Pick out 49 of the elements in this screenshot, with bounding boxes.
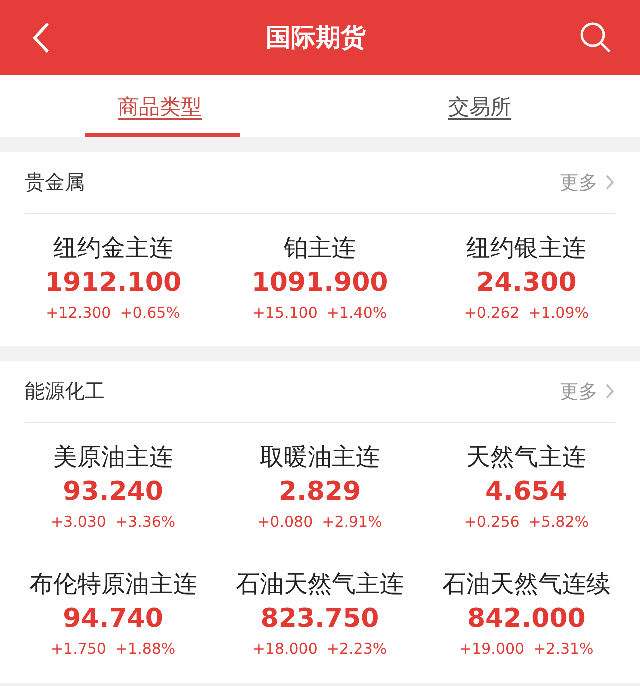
percent-change: +1.88% xyxy=(115,640,176,658)
price-change: +0.262 xyxy=(464,304,520,322)
price-change: +0.080 xyxy=(258,513,314,531)
contract-name: 铂主连 xyxy=(284,233,356,264)
more-link[interactable]: 更多 xyxy=(560,170,615,196)
price-change: +12.300 xyxy=(46,304,112,322)
contract-name: 纽约银主连 xyxy=(466,233,587,264)
back-icon xyxy=(30,20,52,54)
price-change: +1.750 xyxy=(50,640,106,658)
tab[interactable]: 交易所 xyxy=(448,93,512,121)
contract-name: 布伦特原油主连 xyxy=(29,569,198,600)
price-change: +0.256 xyxy=(464,513,520,531)
contract-name: 美原油主连 xyxy=(53,442,174,473)
price: 823.750 xyxy=(260,604,380,634)
back-button[interactable] xyxy=(30,20,52,54)
price: 1091.900 xyxy=(252,268,388,298)
tab[interactable]: 商品类型 xyxy=(118,93,202,121)
page-title: 国际期货 xyxy=(266,22,366,54)
contract-name: 石油天然气主连 xyxy=(236,569,404,600)
price: 2.829 xyxy=(278,477,362,507)
price-change: +19.000 xyxy=(460,640,525,658)
price-change: +15.100 xyxy=(252,304,318,322)
section-title: 贵金属 xyxy=(25,169,85,196)
price: 842.000 xyxy=(467,604,586,634)
search-icon xyxy=(580,22,612,54)
chevron-icon xyxy=(606,175,615,190)
percent-change: +3.36% xyxy=(115,513,176,531)
percent-change: +0.65% xyxy=(120,304,180,322)
percent-change: +2.23% xyxy=(326,640,388,658)
price: 1912.100 xyxy=(45,268,182,298)
percent-change: +2.91% xyxy=(322,513,382,531)
percent-change: +1.09% xyxy=(528,304,590,322)
price-change: +3.030 xyxy=(50,513,106,531)
price: 94.740 xyxy=(63,604,164,634)
contract-name: 石油天然气连续 xyxy=(442,569,611,600)
search-button[interactable] xyxy=(580,22,612,54)
price-change: +18.000 xyxy=(252,640,318,658)
percent-change: +2.31% xyxy=(534,640,594,658)
contract-name: 纽约金主连 xyxy=(53,233,174,264)
section-title: 能源化工 xyxy=(25,378,105,405)
contract-name: 天然气主连 xyxy=(466,442,587,473)
percent-change: +1.40% xyxy=(326,304,388,322)
price: 93.240 xyxy=(63,477,164,507)
more-link[interactable]: 更多 xyxy=(560,378,615,404)
contract-name: 取暖油主连 xyxy=(260,442,380,473)
price: 24.300 xyxy=(476,268,577,298)
price: 4.654 xyxy=(486,477,568,507)
percent-change: +5.82% xyxy=(528,513,590,531)
chevron-icon xyxy=(606,384,615,399)
